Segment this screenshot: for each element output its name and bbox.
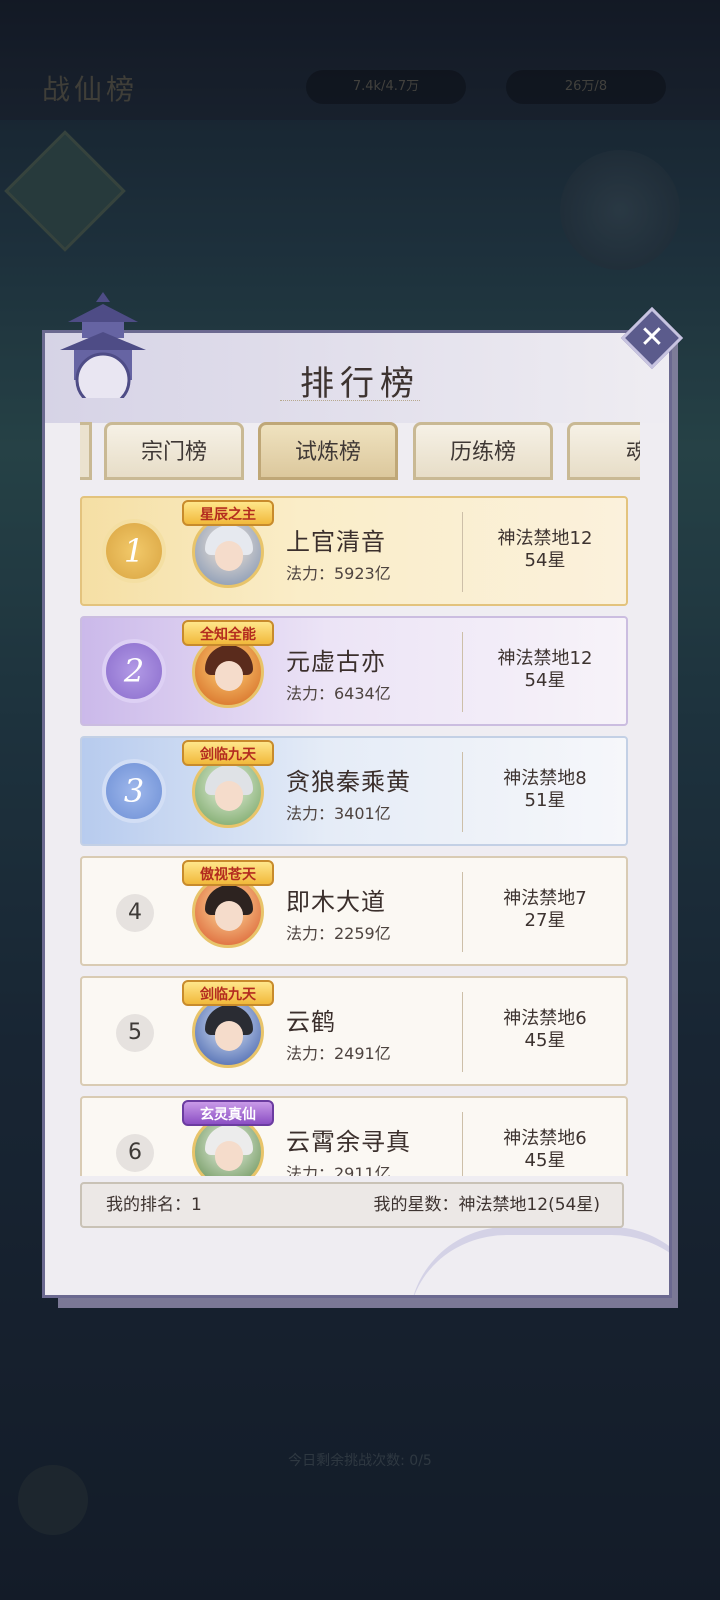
rank-number: 5 bbox=[116, 1014, 154, 1052]
my-rank-footer: 我的排名：1 我的星数：神法禁地12(54星) bbox=[80, 1182, 624, 1228]
row-divider bbox=[462, 1112, 463, 1176]
tab-training[interactable]: 历练榜 bbox=[413, 422, 553, 480]
stage-name: 神法禁地6 bbox=[503, 1128, 587, 1149]
stage-progress: 神法禁地6 45星 bbox=[470, 1008, 620, 1052]
stage-stars: 27星 bbox=[524, 910, 566, 931]
stage-name: 神法禁地6 bbox=[503, 1008, 587, 1029]
stage-progress: 神法禁地8 51星 bbox=[470, 768, 620, 812]
stage-progress: 神法禁地7 27星 bbox=[470, 888, 620, 932]
title-badge: 星辰之主 bbox=[182, 500, 274, 526]
title-ornament bbox=[280, 400, 420, 405]
player-name: 云鹤 bbox=[286, 1008, 336, 1036]
stage-name: 神法禁地7 bbox=[503, 888, 587, 909]
row-divider bbox=[462, 752, 463, 832]
ranking-row[interactable]: 4 傲视苍天 即木大道 法力：2259亿 神法禁地7 27星 bbox=[80, 856, 628, 966]
stage-name: 神法禁地8 bbox=[503, 768, 587, 789]
stage-stars: 54星 bbox=[524, 550, 566, 571]
stage-stars: 45星 bbox=[524, 1150, 566, 1171]
row-divider bbox=[462, 512, 463, 592]
ranking-list[interactable]: 1 星辰之主 上官清音 法力：5923亿 神法禁地12 54星 2 全知全能 元… bbox=[80, 496, 628, 1176]
title-badge: 剑临九天 bbox=[182, 980, 274, 1006]
ranking-row[interactable]: 6 玄灵真仙 云霄余寻真 法力：2911亿 神法禁地6 45星 bbox=[80, 1096, 628, 1176]
stage-progress: 神法禁地12 54星 bbox=[470, 528, 620, 572]
title-badge: 剑临九天 bbox=[182, 740, 274, 766]
close-icon[interactable]: ✕ bbox=[630, 316, 674, 360]
stage-stars: 51星 bbox=[524, 790, 566, 811]
player-name: 元虚古亦 bbox=[286, 648, 386, 676]
stage-name: 神法禁地12 bbox=[497, 648, 593, 669]
row-divider bbox=[462, 632, 463, 712]
tab-sect[interactable]: 宗门榜 bbox=[104, 422, 244, 480]
player-power: 法力：2911亿 bbox=[286, 1164, 391, 1176]
stage-name: 神法禁地12 bbox=[497, 528, 593, 549]
title-badge: 全知全能 bbox=[182, 620, 274, 646]
player-power: 法力：2259亿 bbox=[286, 924, 391, 943]
stage-progress: 神法禁地6 45星 bbox=[470, 1128, 620, 1172]
dialog-title: 排行榜 bbox=[300, 364, 420, 404]
ranking-row[interactable]: 3 剑临九天 贪狼秦乘黄 法力：3401亿 神法禁地8 51星 bbox=[80, 736, 628, 846]
rank-medal-gold: 1 bbox=[106, 523, 162, 579]
tab-bar: 宗门榜 试炼榜 历练榜 魂 bbox=[80, 422, 640, 482]
stage-progress: 神法禁地12 54星 bbox=[470, 648, 620, 692]
rank-medal-bronze: 3 bbox=[106, 763, 162, 819]
player-power: 法力：6434亿 bbox=[286, 684, 391, 703]
stage-stars: 45星 bbox=[524, 1030, 566, 1051]
ranking-row[interactable]: 5 剑临九天 云鹤 法力：2491亿 神法禁地6 45星 bbox=[80, 976, 628, 1086]
player-power: 法力：5923亿 bbox=[286, 564, 391, 583]
tab-soul[interactable]: 魂 bbox=[567, 422, 640, 480]
player-name: 上官清音 bbox=[286, 528, 386, 556]
rank-number: 4 bbox=[116, 894, 154, 932]
player-name: 即木大道 bbox=[286, 888, 386, 916]
panel-wave-decoration bbox=[409, 1227, 669, 1295]
player-power: 法力：2491亿 bbox=[286, 1044, 391, 1063]
rank-number: 6 bbox=[116, 1134, 154, 1172]
rank-medal-silver: 2 bbox=[106, 643, 162, 699]
my-rank: 我的排名：1 bbox=[106, 1195, 202, 1215]
tab-edge bbox=[80, 422, 92, 480]
player-name: 贪狼秦乘黄 bbox=[286, 768, 411, 796]
row-divider bbox=[462, 872, 463, 952]
player-name: 云霄余寻真 bbox=[286, 1128, 411, 1156]
ranking-row[interactable]: 1 星辰之主 上官清音 法力：5923亿 神法禁地12 54星 bbox=[80, 496, 628, 606]
row-divider bbox=[462, 992, 463, 1072]
title-badge: 傲视苍天 bbox=[182, 860, 274, 886]
title-badge: 玄灵真仙 bbox=[182, 1100, 274, 1126]
tab-trial[interactable]: 试炼榜 bbox=[258, 422, 398, 480]
player-power: 法力：3401亿 bbox=[286, 804, 391, 823]
stage-stars: 54星 bbox=[524, 670, 566, 691]
my-stars: 我的星数：神法禁地12(54星) bbox=[373, 1195, 600, 1215]
ranking-row[interactable]: 2 全知全能 元虚古亦 法力：6434亿 神法禁地12 54星 bbox=[80, 616, 628, 726]
